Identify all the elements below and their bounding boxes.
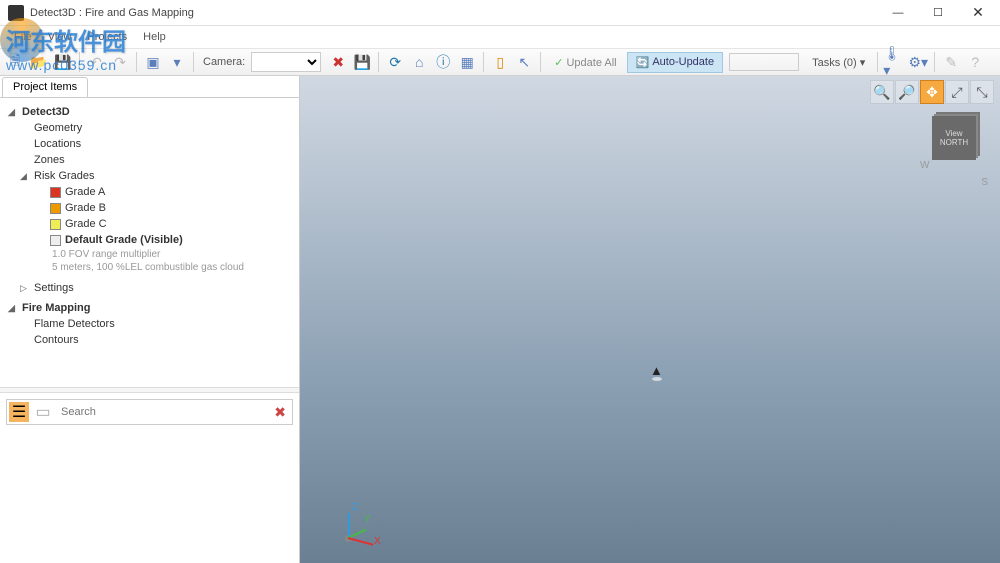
compass xyxy=(922,160,986,180)
bottom-panel: ☰ ▭ ✖ xyxy=(0,393,299,563)
tab-strip: Project Items xyxy=(0,76,299,98)
undo-icon[interactable]: ↶ xyxy=(85,51,107,73)
maximize-button[interactable]: ☐ xyxy=(918,0,958,26)
separator xyxy=(934,52,935,72)
toolbar: 🗎 📂 💾 ↶ ↷ ▣ ▾ Camera: ✖ 💾 ⟳ ⌂ ⓘ ▦ ▯ ↖ ✓ … xyxy=(0,48,1000,76)
save-icon[interactable]: 💾 xyxy=(52,51,74,73)
zoom-out-icon[interactable]: 🔎 xyxy=(895,80,919,104)
swatch-grade-a xyxy=(50,187,61,198)
tree-contours[interactable]: Contours xyxy=(4,332,295,348)
refresh-icon[interactable]: ⟳ xyxy=(384,51,406,73)
swatch-default xyxy=(50,235,61,246)
temperature-icon[interactable]: 🌡▾ xyxy=(883,51,905,73)
tab-project-items[interactable]: Project Items xyxy=(2,77,88,97)
nav-cube[interactable]: View NORTH xyxy=(922,110,986,174)
project-tree[interactable]: ◢Detect3D Geometry Locations Zones ◢Risk… xyxy=(0,98,299,387)
default-grade-detail-2: 5 meters, 100 %LEL combustible gas cloud xyxy=(4,261,295,274)
scene-object xyxy=(650,363,666,379)
default-grade-detail-1: 1.0 FOV range multiplier xyxy=(4,248,295,261)
tree-fire-mapping[interactable]: ◢Fire Mapping xyxy=(4,300,295,316)
close-button[interactable]: ✕ xyxy=(958,0,998,26)
screenshot-icon[interactable]: ▣ xyxy=(142,51,164,73)
menu-help[interactable]: Help xyxy=(135,31,174,43)
info-icon[interactable]: ⓘ xyxy=(432,51,454,73)
card-mode-icon[interactable]: ▭ xyxy=(33,402,53,422)
zoom-in-icon[interactable]: 🔍 xyxy=(870,80,894,104)
edit-icon[interactable]: ✎ xyxy=(940,51,962,73)
separator xyxy=(877,52,878,72)
window-title: Detect3D : Fire and Gas Mapping xyxy=(30,7,878,19)
tree-zones[interactable]: Zones xyxy=(4,152,295,168)
tasks-button[interactable]: Tasks (0) ▾ xyxy=(805,53,872,72)
progress-bar xyxy=(729,53,799,71)
home-icon[interactable]: ⌂ xyxy=(408,51,430,73)
camera-label: Camera: xyxy=(199,56,249,68)
redo-icon[interactable]: ↷ xyxy=(109,51,131,73)
picker-icon[interactable]: ↖ xyxy=(513,51,535,73)
auto-update-button[interactable]: 🔄Auto-Update xyxy=(627,52,723,73)
separator xyxy=(193,52,194,72)
expand-icon[interactable]: ⤡ xyxy=(970,80,994,104)
auto-icon: 🔄 xyxy=(636,56,650,69)
search-input[interactable] xyxy=(57,404,266,420)
separator xyxy=(136,52,137,72)
separator xyxy=(540,52,541,72)
fit-icon[interactable]: ⤢ xyxy=(945,80,969,104)
viewport-3d[interactable]: 🔍 🔎 ✥ ⤢ ⤡ View NORTH Z Y X xyxy=(300,76,1000,563)
separator xyxy=(79,52,80,72)
separator xyxy=(378,52,379,72)
swatch-grade-c xyxy=(50,219,61,230)
tree-flame-detectors[interactable]: Flame Detectors xyxy=(4,316,295,332)
library-icon[interactable]: ▯ xyxy=(489,51,511,73)
cube-face[interactable]: View NORTH xyxy=(932,116,976,160)
watermark-icon xyxy=(0,18,44,62)
sidebar: Project Items ◢Detect3D Geometry Locatio… xyxy=(0,76,300,563)
help-icon[interactable]: ? xyxy=(964,51,986,73)
tree-grade-c[interactable]: Grade C xyxy=(4,216,295,232)
grid-icon[interactable]: ▦ xyxy=(456,51,478,73)
tree-grade-a[interactable]: Grade A xyxy=(4,184,295,200)
list-mode-icon[interactable]: ☰ xyxy=(9,402,29,422)
tree-grade-b[interactable]: Grade B xyxy=(4,200,295,216)
pan-icon[interactable]: ✥ xyxy=(920,80,944,104)
menu-view[interactable]: View xyxy=(40,31,80,43)
tree-risk-grades[interactable]: ◢Risk Grades xyxy=(4,168,295,184)
tree-root[interactable]: ◢Detect3D xyxy=(4,104,295,120)
separator xyxy=(483,52,484,72)
record-icon[interactable]: ▾ xyxy=(166,51,188,73)
save-camera-icon[interactable]: 💾 xyxy=(351,51,373,73)
axes-gizmo: Z Y X xyxy=(328,499,378,549)
settings-icon[interactable]: ⚙▾ xyxy=(907,51,929,73)
camera-select[interactable] xyxy=(251,52,321,72)
tree-geometry[interactable]: Geometry xyxy=(4,120,295,136)
tree-locations[interactable]: Locations xyxy=(4,136,295,152)
tree-default-grade[interactable]: Default Grade (Visible) xyxy=(4,232,295,248)
menubar: File View Projects Help xyxy=(0,26,1000,48)
minimize-button[interactable]: — xyxy=(878,0,918,26)
delete-camera-icon[interactable]: ✖ xyxy=(327,51,349,73)
tree-settings[interactable]: ▷Settings xyxy=(4,280,295,296)
view-toolbar: 🔍 🔎 ✥ ⤢ ⤡ xyxy=(870,80,994,104)
content-area: Project Items ◢Detect3D Geometry Locatio… xyxy=(0,76,1000,563)
update-all-button[interactable]: ✓ Update All xyxy=(546,54,624,71)
swatch-grade-b xyxy=(50,203,61,214)
search-bar: ☰ ▭ ✖ xyxy=(6,399,293,425)
clear-search-icon[interactable]: ✖ xyxy=(270,404,290,421)
menu-projects[interactable]: Projects xyxy=(79,31,135,43)
titlebar: Detect3D : Fire and Gas Mapping — ☐ ✕ xyxy=(0,0,1000,26)
